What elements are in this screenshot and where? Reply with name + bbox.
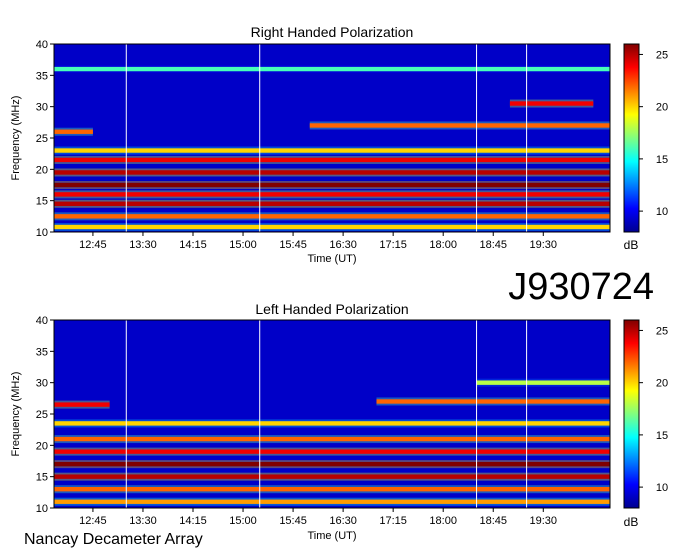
emission-band	[54, 157, 610, 163]
emission-band	[54, 129, 93, 134]
x-tick-label: 12:45	[79, 515, 107, 527]
y-axis-label: Frequency (MHz)	[10, 96, 22, 181]
y-tick-label: 25	[36, 133, 48, 145]
y-tick-label: 30	[36, 378, 48, 390]
colorbar-tick-label: 20	[656, 378, 668, 390]
x-axis: 12:45 13:30 14:15 15:00 15:45 16:30 17:15 18:00…	[79, 508, 557, 527]
x-tick-label: 15:45	[279, 515, 307, 527]
panel-left-handed: Left Handed Polarization 10152025303540 …	[10, 301, 668, 542]
y-tick-label: 40	[36, 315, 48, 327]
x-tick-label: 17:15	[379, 239, 407, 251]
emission-band	[54, 402, 110, 407]
y-tick-label: 20	[36, 164, 48, 176]
panel-right-handed: Right Handed Polarization 10 15 20 25 30 35 40…	[10, 24, 668, 265]
instrument-label: Nancay Decameter Array	[24, 531, 203, 548]
panel-title: Left Handed Polarization	[255, 301, 408, 317]
y-axis-label: Frequency (MHz)	[10, 372, 22, 457]
colorbar-ticks: 10 15 20 25	[639, 49, 668, 218]
emission-band	[54, 421, 610, 426]
x-axis-label: Time (UT)	[307, 253, 356, 265]
emission-band	[54, 449, 610, 454]
y-tick-label: 10	[36, 503, 48, 515]
x-axis: 12:45 13:30 14:15 15:00 15:45 16:30 17:15 18:00…	[79, 232, 557, 251]
colorbar-tick-label: 15	[656, 154, 668, 166]
x-tick-label: 19:30	[530, 515, 558, 527]
y-axis: 10 15 20 25 30 35 40	[36, 315, 54, 515]
colorbar-label: dB	[624, 238, 639, 252]
emission-band	[509, 101, 594, 106]
emission-band	[476, 380, 610, 385]
event-id-label: J930724	[508, 266, 654, 308]
x-tick-label: 18:45	[479, 515, 507, 527]
x-tick-label: 15:00	[229, 239, 257, 251]
x-tick-label: 14:15	[179, 239, 207, 251]
emission-band	[309, 123, 610, 128]
x-tick-label: 16:30	[329, 515, 357, 527]
colorbar-tick-label: 10	[656, 482, 668, 494]
y-tick-label: 25	[36, 409, 48, 421]
emission-band	[54, 214, 610, 219]
y-axis: 10 15 20 25 30 35 40	[36, 39, 54, 239]
x-tick-label: 18:00	[429, 239, 457, 251]
emission-band	[54, 192, 610, 197]
emission-band	[54, 170, 610, 175]
x-tick-label: 15:45	[279, 239, 307, 251]
x-axis-label: Time (UT)	[307, 530, 356, 542]
emission-band	[54, 474, 610, 479]
emission-band	[54, 499, 610, 504]
y-tick-label: 30	[36, 102, 48, 114]
emission-band	[376, 399, 610, 404]
colorbar-tick-label: 10	[656, 206, 668, 218]
x-tick-label: 13:30	[129, 239, 157, 251]
y-tick-label: 15	[36, 472, 48, 484]
y-tick-label: 40	[36, 39, 48, 51]
colorbar-tick-label: 20	[656, 102, 668, 114]
y-tick-label: 35	[36, 70, 48, 82]
y-tick-label: 10	[36, 227, 48, 239]
x-tick-label: 13:30	[129, 515, 157, 527]
emission-band	[54, 487, 610, 492]
colorbar-tick-label: 15	[656, 430, 668, 442]
y-tick-label: 15	[36, 196, 48, 208]
emission-band	[54, 436, 610, 442]
emission-band	[54, 182, 610, 188]
x-tick-label: 15:00	[229, 515, 257, 527]
emission-band	[54, 461, 610, 467]
figure: Right Handed Polarization 10 15 20 25 30 35 40…	[0, 0, 680, 552]
x-tick-label: 16:30	[329, 239, 357, 251]
y-tick-label: 35	[36, 346, 48, 358]
x-tick-label: 17:15	[379, 515, 407, 527]
emission-band	[54, 148, 610, 153]
emission-band	[54, 66, 610, 72]
colorbar	[623, 319, 640, 509]
panel-title: Right Handed Polarization	[251, 24, 414, 40]
y-tick-label: 20	[36, 440, 48, 452]
emission-band	[54, 224, 610, 230]
x-tick-label: 14:15	[179, 515, 207, 527]
x-tick-label: 18:45	[479, 239, 507, 251]
colorbar	[623, 43, 640, 233]
spectrogram-figure: Right Handed Polarization 10 15 20 25 30 35 40…	[10, 24, 668, 548]
emission-band	[54, 201, 610, 206]
colorbar-label: dB	[624, 515, 639, 529]
x-tick-label: 12:45	[79, 239, 107, 251]
colorbar-tick-label: 25	[656, 49, 668, 61]
x-tick-label: 18:00	[429, 515, 457, 527]
colorbar-tick-label: 25	[656, 325, 668, 337]
colorbar-ticks: 10 15 20 25	[639, 325, 668, 494]
x-tick-label: 19:30	[530, 239, 558, 251]
